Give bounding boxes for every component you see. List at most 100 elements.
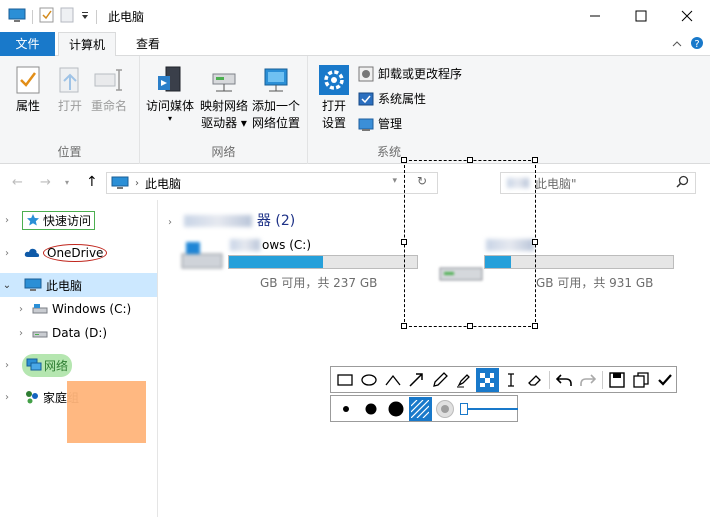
quick-access-toolbar	[8, 7, 97, 26]
ribbon: 属性 打开 重命名 位置 访问媒体 ▾ 映射网络 驱动器 ▾ 添加一个 网络位置…	[0, 56, 710, 164]
separator	[548, 370, 550, 389]
nav-item-this-pc[interactable]: ⌄ 此电脑	[0, 273, 157, 297]
screenshot-selection-rect[interactable]	[401, 157, 538, 329]
annotation-options-toolbar	[330, 395, 519, 422]
blur-pattern-icon[interactable]	[434, 397, 457, 421]
mosaic-tool-icon[interactable]	[475, 367, 499, 392]
chevron-right-icon[interactable]: ›	[0, 360, 14, 371]
computer-icon	[8, 8, 26, 26]
save-icon[interactable]	[606, 368, 629, 392]
chevron-down-icon[interactable]: ⌄	[0, 280, 14, 291]
pen-tool-icon[interactable]	[429, 368, 452, 392]
drive-d-usage-text: GB 可用，共 931 GB	[536, 276, 654, 290]
properties-icon	[16, 66, 40, 94]
size-large-icon[interactable]	[384, 397, 407, 421]
polyline-tool-icon[interactable]	[381, 368, 404, 392]
separator	[32, 9, 33, 24]
nav-item-quick-access[interactable]: › 快速访问	[0, 208, 157, 232]
redacted-text	[230, 239, 260, 251]
tab-file[interactable]: 文件	[0, 32, 55, 56]
rename-button[interactable]: 重命名	[91, 64, 127, 115]
chevron-right-icon[interactable]: ›	[14, 304, 28, 315]
minimize-button[interactable]	[572, 0, 618, 32]
drive-c-tile[interactable]	[178, 238, 226, 278]
chevron-right-icon[interactable]: ›	[0, 215, 14, 226]
properties-qat-icon[interactable]	[39, 7, 54, 26]
slider-thumb[interactable]	[460, 402, 469, 415]
chevron-right-icon[interactable]: ›	[0, 248, 14, 259]
chevron-down-icon[interactable]: ▾	[392, 176, 397, 186]
eraser-tool-icon[interactable]	[523, 368, 546, 392]
add-network-location-button[interactable]: 添加一个 网络位置	[252, 64, 300, 132]
redo-icon[interactable]	[577, 368, 600, 392]
manage-icon	[358, 118, 374, 131]
copy-icon[interactable]	[630, 368, 653, 392]
navigation-row: ← → ▾ ↑ › 此电脑 ▾ ↻ 此电脑"	[0, 170, 710, 196]
rectangle-tool-icon[interactable]	[334, 368, 357, 392]
forward-arrow-icon[interactable]: →	[40, 175, 51, 190]
network-highlight: 网络	[22, 353, 73, 377]
highlighter-tool-icon[interactable]	[452, 368, 475, 392]
intensity-slider[interactable]	[460, 402, 519, 416]
tab-computer[interactable]: 计算机	[58, 32, 117, 57]
search-placeholder: 此电脑"	[535, 176, 577, 191]
resize-handle[interactable]	[467, 157, 473, 163]
search-icon[interactable]	[676, 175, 689, 191]
resize-handle[interactable]	[401, 239, 407, 245]
title-bar: 此电脑	[0, 0, 710, 32]
confirm-check-icon[interactable]	[653, 368, 676, 392]
nav-item-windows-c[interactable]: › Windows (C:)	[0, 297, 157, 321]
window-title: 此电脑	[108, 10, 145, 24]
address-bar[interactable]: › 此电脑 ▾ ↻	[106, 172, 438, 194]
text-tool-icon[interactable]	[500, 368, 523, 392]
resize-handle[interactable]	[401, 323, 407, 329]
arrow-tool-icon[interactable]	[405, 368, 428, 392]
drive-c-usage-bar	[228, 255, 418, 269]
open-button[interactable]: 打开	[54, 64, 86, 115]
resize-handle[interactable]	[532, 239, 538, 245]
recent-locations-icon[interactable]: ▾	[65, 178, 69, 187]
mosaic-pattern-icon[interactable]	[409, 396, 432, 421]
ribbon-tabs: 文件 计算机 查看 ?	[0, 32, 710, 57]
resize-handle[interactable]	[532, 323, 538, 329]
back-arrow-icon[interactable]: ←	[12, 175, 23, 190]
chevron-down-icon[interactable]: ›	[168, 217, 172, 228]
size-medium-icon[interactable]	[360, 397, 383, 421]
customize-qat-icon[interactable]	[80, 10, 90, 24]
resize-handle[interactable]	[532, 157, 538, 163]
chevron-right-icon[interactable]: ›	[0, 392, 14, 403]
tab-view[interactable]: 查看	[126, 32, 170, 57]
ribbon-group-location: 属性 打开 重命名 位置	[0, 56, 140, 164]
nav-item-data-d[interactable]: › Data (D:)	[0, 321, 157, 345]
maximize-button[interactable]	[618, 0, 664, 32]
open-settings-button[interactable]: 打开 设置	[318, 64, 350, 132]
uninstall-program-button[interactable]: 卸载或更改程序	[358, 65, 462, 82]
nav-item-onedrive[interactable]: › OneDrive	[0, 241, 157, 265]
drive-c-name: ows (C:)	[262, 238, 312, 252]
up-arrow-icon[interactable]: ↑	[86, 174, 98, 190]
resize-handle[interactable]	[401, 157, 407, 163]
close-button[interactable]	[664, 0, 710, 32]
system-properties-button[interactable]: 系统属性	[358, 90, 426, 107]
network-icon	[26, 358, 42, 371]
address-path: 此电脑	[145, 176, 182, 191]
ellipse-tool-icon[interactable]	[358, 368, 381, 392]
manage-button[interactable]: 管理	[358, 115, 402, 132]
windows-drive-icon	[181, 242, 223, 269]
nav-item-network[interactable]: › 网络	[0, 353, 157, 377]
devices-group-header[interactable]: › 器 (2)	[168, 210, 295, 230]
help-icon[interactable]: ?	[690, 36, 704, 53]
ribbon-group-label: 位置	[57, 145, 82, 159]
nav-label-onedrive: OneDrive	[43, 244, 108, 262]
chevron-right-icon[interactable]: ›	[14, 328, 28, 339]
devices-group-label: 器 (2)	[256, 213, 296, 229]
homegroup-icon	[26, 391, 38, 404]
resize-handle[interactable]	[467, 323, 473, 329]
size-small-icon[interactable]	[335, 397, 358, 421]
access-media-button[interactable]: 访问媒体 ▾	[146, 64, 194, 123]
new-folder-qat-icon[interactable]	[60, 7, 74, 26]
map-network-drive-button[interactable]: 映射网络 驱动器 ▾	[200, 64, 248, 132]
collapse-ribbon-icon[interactable]	[672, 38, 682, 52]
properties-button[interactable]: 属性	[12, 64, 44, 115]
undo-icon[interactable]	[553, 368, 576, 392]
